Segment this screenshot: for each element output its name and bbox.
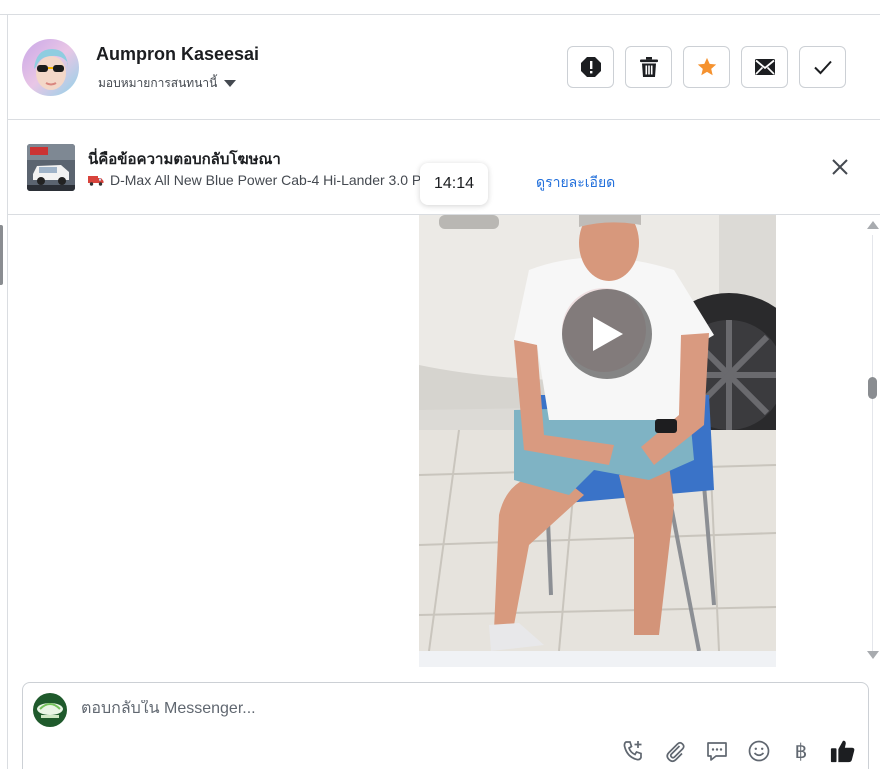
baht-icon: ฿ (794, 739, 808, 763)
scroll-track (872, 235, 873, 655)
caret-down-icon (224, 80, 237, 87)
saved-reply-icon (707, 742, 727, 761)
envelope-icon (754, 59, 775, 75)
conversation-header: Aumpron Kaseesai มอบหมายการสนทนานี้ (8, 16, 880, 120)
call-button[interactable] (620, 738, 646, 764)
like-button[interactable] (830, 738, 856, 764)
paperclip-icon (666, 741, 685, 763)
assign-conversation-dropdown[interactable]: มอบหมายการสนทนานี้ (98, 74, 237, 93)
play-icon (593, 317, 623, 351)
video-message[interactable] (419, 215, 776, 651)
spam-button[interactable] (567, 46, 614, 88)
emoji-button[interactable] (746, 738, 772, 764)
ad-thumbnail[interactable] (27, 144, 75, 191)
contact-name[interactable]: Aumpron Kaseesai (96, 44, 259, 65)
delete-button[interactable] (625, 46, 672, 88)
composer-toolbar: ฿ (620, 738, 856, 764)
like-icon (830, 740, 855, 763)
phone-plus-icon (623, 741, 642, 761)
trash-icon (639, 57, 658, 77)
mark-unread-button[interactable] (741, 46, 788, 88)
conversation-actions (567, 46, 846, 88)
message-thread (8, 215, 864, 667)
star-button[interactable] (683, 46, 730, 88)
attach-button[interactable] (662, 738, 688, 764)
video-caption-strip (419, 651, 776, 667)
timestamp-tooltip: 14:14 (420, 163, 488, 205)
resize-handle[interactable] (0, 225, 3, 285)
ad-reply-title: นี่คือข้อความตอบกลับโฆษณา (88, 151, 281, 168)
scroll-thumb[interactable] (868, 377, 877, 399)
emoji-icon (748, 740, 770, 762)
alert-icon (580, 57, 601, 77)
reply-input[interactable] (81, 700, 581, 718)
star-icon (697, 57, 716, 76)
scroll-up-arrow-icon[interactable] (867, 221, 879, 229)
reply-composer: ฿ (22, 682, 869, 769)
close-ad-banner-button[interactable] (830, 157, 850, 177)
scroll-down-arrow-icon[interactable] (867, 651, 879, 659)
page-avatar (33, 693, 67, 727)
payment-button[interactable]: ฿ (788, 738, 814, 764)
play-video-button[interactable] (562, 289, 652, 379)
saved-replies-button[interactable] (704, 738, 730, 764)
assign-label: มอบหมายการสนทนานี้ (98, 76, 218, 90)
left-rail (0, 15, 8, 769)
ad-details-link[interactable]: ดูรายละเอียด (536, 172, 615, 194)
close-icon (832, 159, 848, 175)
truck-emoji-icon (88, 176, 104, 186)
contact-avatar[interactable] (22, 39, 79, 96)
mark-done-button[interactable] (799, 46, 846, 88)
thread-scrollbar[interactable] (864, 215, 880, 667)
ad-name: D-Max All New Blue Power Cab-4 Hi-Lander… (110, 172, 468, 188)
top-strip (0, 0, 880, 15)
inbox-conversation-view: Aumpron Kaseesai มอบหมายการสนทนานี้ นี่ค… (0, 0, 880, 769)
video-thumbnail (419, 215, 776, 651)
check-icon (813, 60, 832, 75)
